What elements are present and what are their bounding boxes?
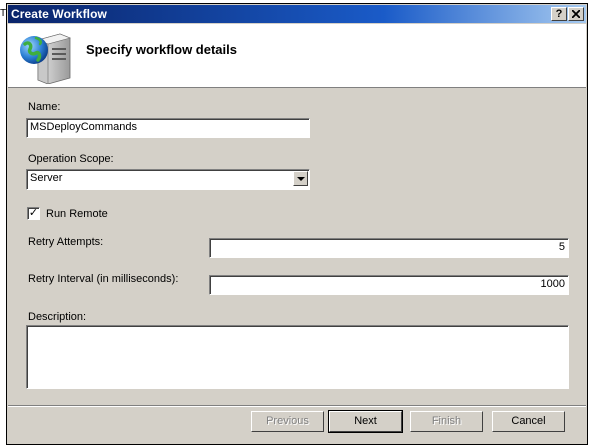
title-bar[interactable]: Create Workflow ? xyxy=(8,5,586,23)
name-input[interactable]: MSDeployCommands xyxy=(26,118,310,138)
next-button[interactable]: Next xyxy=(328,410,403,433)
cancel-button[interactable]: Cancel xyxy=(492,411,565,432)
help-button[interactable]: ? xyxy=(551,7,567,21)
name-label: Name: xyxy=(28,101,61,113)
description-label: Description: xyxy=(28,311,87,323)
retry-attempts-input[interactable]: 5 xyxy=(209,238,569,258)
finish-button[interactable]: Finish xyxy=(410,411,483,432)
retry-interval-input[interactable]: 1000 xyxy=(209,275,569,295)
close-button[interactable] xyxy=(568,7,584,21)
run-remote-label: Run Remote xyxy=(46,208,108,220)
server-globe-icon xyxy=(20,33,71,84)
operation-scope-select[interactable]: Server xyxy=(26,169,310,190)
retry-interval-label: Retry Interval (in milliseconds): xyxy=(28,273,179,285)
page-title: Specify workflow details xyxy=(86,42,237,57)
description-textarea[interactable] xyxy=(26,325,569,389)
operation-scope-label: Operation Scope: xyxy=(28,153,114,165)
window-title: Create Workflow xyxy=(11,7,107,21)
run-remote-checkbox[interactable]: ✓ xyxy=(27,207,40,220)
close-icon xyxy=(571,9,581,19)
retry-attempts-label: Retry Attempts: xyxy=(28,236,104,248)
create-workflow-dialog: Create Workflow ? Specify workflow detai… xyxy=(6,3,588,445)
footer-divider xyxy=(8,405,586,407)
wizard-header: Specify workflow details xyxy=(8,24,586,88)
chevron-down-icon[interactable] xyxy=(293,171,308,186)
operation-scope-value: Server xyxy=(30,172,63,184)
previous-button[interactable]: Previous xyxy=(251,411,324,432)
